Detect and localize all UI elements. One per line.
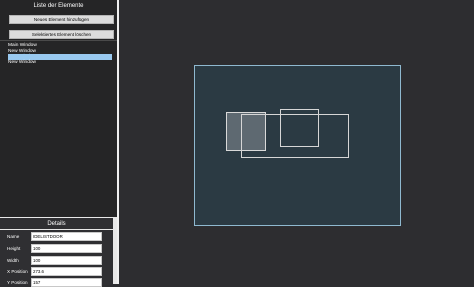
- width-field[interactable]: 100: [31, 256, 102, 265]
- name-label: Name: [7, 234, 20, 239]
- details-divider: [0, 229, 113, 230]
- add-element-button[interactable]: Neues Element hinzufügen: [9, 15, 114, 24]
- main-window-canvas[interactable]: [194, 65, 401, 226]
- width-label: Width: [7, 258, 19, 263]
- delete-element-button[interactable]: Selektiertes Element löschen: [9, 30, 114, 39]
- x-position-field[interactable]: 273.6: [31, 267, 102, 276]
- height-row: Height 100: [7, 244, 102, 253]
- details-title: Details: [47, 221, 66, 227]
- list-item-new-window[interactable]: New Window: [8, 60, 112, 66]
- x-position-row: X Position 273.6: [7, 267, 102, 276]
- width-row: Width 100: [7, 256, 102, 265]
- x-position-label: X Position: [7, 269, 28, 274]
- name-row: Name IDELISTDOOR: [7, 232, 102, 241]
- window-element[interactable]: [280, 109, 319, 147]
- element-list[interactable]: Main Window New Window New Window New Wi…: [8, 43, 112, 65]
- details-scrollbar[interactable]: [113, 217, 117, 284]
- y-position-field[interactable]: 157: [31, 278, 102, 287]
- details-panel: Details Name IDELISTDOOR Height 100 Widt…: [0, 217, 113, 287]
- y-position-row: Y Position 157: [7, 278, 102, 287]
- height-label: Height: [7, 246, 21, 251]
- height-field[interactable]: 100: [31, 244, 102, 253]
- name-field[interactable]: IDELISTDOOR: [31, 232, 102, 241]
- list-divider: [0, 40, 117, 41]
- element-list-title: Liste der Elemente: [33, 3, 84, 9]
- y-position-label: Y Position: [7, 280, 28, 285]
